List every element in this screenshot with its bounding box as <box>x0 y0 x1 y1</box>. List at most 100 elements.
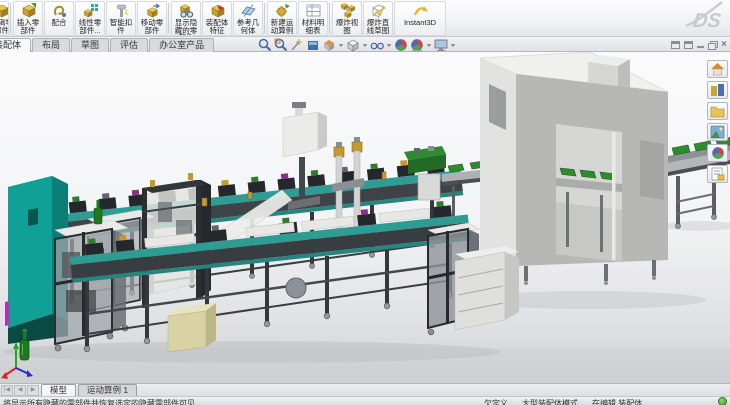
apply-scene-icon[interactable] <box>410 38 424 52</box>
heads-up-view-toolbar <box>258 38 456 51</box>
ds-brand-logo: DS <box>682 0 728 34</box>
tab-evaluate[interactable]: 评估 <box>110 38 148 52</box>
explode-line-sketch-button[interactable]: 爆炸直线草图 <box>363 1 393 36</box>
button-label: 显示隐藏的零部件 <box>174 19 198 36</box>
instant3d-icon <box>413 3 428 18</box>
button-label: 材料明细表 <box>301 19 325 34</box>
first-tab-button[interactable]: |◀ <box>1 385 13 396</box>
section-view-icon[interactable] <box>322 38 336 52</box>
button-label: Instant3D <box>395 19 445 27</box>
tab-office-products[interactable]: 办公室产品 <box>149 38 214 52</box>
model-motion-tab-bar: |◀ ◀ ▶ 模型 运动算例 1 <box>0 383 730 396</box>
tab-label: 办公室产品 <box>159 40 204 50</box>
appearances-scenes-icon[interactable] <box>707 144 728 162</box>
custom-properties-icon[interactable] <box>707 165 728 183</box>
zoom-to-area-icon[interactable] <box>274 38 288 52</box>
dropdown-arrow-icon[interactable] <box>387 44 392 46</box>
magnified-selection-icon[interactable] <box>290 38 304 52</box>
editing-state: 在编辑 装配体 <box>592 398 642 405</box>
tab-label: 草图 <box>81 40 99 50</box>
tab-label: 运动算例 1 <box>87 385 128 395</box>
view-settings-icon[interactable] <box>434 38 448 52</box>
window-icon[interactable] <box>671 41 680 49</box>
display-style-icon[interactable] <box>346 38 360 52</box>
toolbar-separator <box>264 3 265 33</box>
edit-appearance-icon[interactable] <box>394 38 408 52</box>
button-label: 爆炸视图 <box>335 19 359 34</box>
dropdown-arrow-icon[interactable] <box>214 35 220 36</box>
view-orientation-icon[interactable] <box>306 38 320 52</box>
graphics-viewport[interactable] <box>0 52 730 383</box>
minimize-icon[interactable] <box>697 46 704 48</box>
tab-sketch[interactable]: 草图 <box>71 38 109 52</box>
window-icon[interactable] <box>684 41 693 49</box>
new-motion-study-icon <box>275 3 290 18</box>
view-palette-icon[interactable] <box>707 123 728 141</box>
dropdown-arrow-icon[interactable] <box>427 44 432 46</box>
command-manager-toolbar: 编辑零部件 插入零部件 配合 线性零部件... 智能扣件 <box>0 0 730 37</box>
edit-component-button[interactable]: 编辑零部件 <box>0 1 9 36</box>
toolbar-separator <box>168 3 169 33</box>
assembly-features-button[interactable]: 装配体特征 <box>202 1 232 36</box>
show-hidden-components-button[interactable]: 显示隐藏的零部件 <box>171 1 201 36</box>
linear-component-pattern-button[interactable]: 线性零部件... <box>75 1 105 36</box>
status-bar: 将显示所有隐藏的零部件并恢复选定的隐藏零部件可见 欠定义 大型装配体模式 在编辑… <box>0 396 730 405</box>
move-component-icon <box>145 3 160 18</box>
hide-show-items-icon[interactable] <box>370 38 384 52</box>
show-hidden-components-icon <box>179 3 194 18</box>
previous-tab-button[interactable]: ◀ <box>14 385 26 396</box>
zoom-to-fit-icon[interactable] <box>258 38 272 52</box>
mate-button[interactable]: 配合 <box>44 1 74 36</box>
model-tab[interactable]: 模型 <box>41 384 76 396</box>
assembly-features-icon <box>210 3 225 18</box>
dropdown-arrow-icon[interactable] <box>339 44 344 46</box>
button-label: 移动零部件 <box>140 19 164 34</box>
button-label: 参考几何体 <box>236 19 260 34</box>
svg-text:DS: DS <box>692 10 723 32</box>
button-label: 线性零部件... <box>78 19 102 34</box>
dropdown-arrow-icon[interactable] <box>87 35 93 36</box>
document-window-controls: × <box>671 39 727 50</box>
constraint-state: 欠定义 <box>484 398 508 405</box>
tab-assembly[interactable]: 装配体 <box>0 38 31 52</box>
task-pane <box>707 60 728 183</box>
restore-icon[interactable] <box>708 41 717 49</box>
instant3d-button[interactable]: Instant3D <box>394 1 446 36</box>
status-right-group: 欠定义 大型装配体模式 在编辑 装配体 <box>484 398 642 405</box>
solidworks-resources-icon[interactable] <box>707 60 728 78</box>
bill-of-materials-button[interactable]: 材料明细表 <box>298 1 328 36</box>
exploded-view-button[interactable]: 爆炸视图 <box>332 1 362 36</box>
move-component-button[interactable]: 移动零部件 <box>137 1 167 36</box>
button-label: 插入零部件 <box>16 19 40 34</box>
mate-icon <box>52 3 67 18</box>
motion-study-tab[interactable]: 运动算例 1 <box>78 384 137 396</box>
dropdown-arrow-icon[interactable] <box>451 44 456 46</box>
pale-yellow-box[interactable] <box>168 303 216 352</box>
design-library-icon[interactable] <box>707 81 728 99</box>
new-motion-study-button[interactable]: 新建运动算例 <box>267 1 297 36</box>
tab-layout[interactable]: 布局 <box>32 38 70 52</box>
edit-component-icon <box>0 3 9 18</box>
button-label: 装配体特征 <box>205 19 229 34</box>
file-explorer-icon[interactable] <box>707 102 728 120</box>
next-tab-button[interactable]: ▶ <box>27 385 39 396</box>
tab-label: 布局 <box>42 40 60 50</box>
insert-component-button[interactable]: 插入零部件 <box>13 1 43 36</box>
assembly-model[interactable] <box>0 52 730 383</box>
close-icon[interactable]: × <box>721 41 727 49</box>
reference-geometry-button[interactable]: 参考几何体 <box>233 1 263 36</box>
linear-component-pattern-icon <box>83 3 98 18</box>
toolbar-separator <box>10 3 11 33</box>
button-label: 爆炸直线草图 <box>366 19 390 34</box>
dropdown-arrow-icon[interactable] <box>363 44 368 46</box>
smart-fasteners-button[interactable]: 智能扣件 <box>106 1 136 36</box>
quick-tips-icon[interactable] <box>718 397 727 405</box>
insert-component-icon <box>21 3 36 18</box>
white-workbench[interactable] <box>455 246 519 330</box>
dropdown-arrow-icon[interactable] <box>25 35 31 36</box>
dropdown-arrow-icon[interactable] <box>245 35 251 36</box>
tab-label: 模型 <box>50 385 67 395</box>
dropdown-arrow-icon[interactable] <box>149 35 155 36</box>
toolbar-separator <box>329 3 330 33</box>
ribbon-tab-row: 装配体 布局 草图 评估 办公室产品 <box>0 37 730 52</box>
